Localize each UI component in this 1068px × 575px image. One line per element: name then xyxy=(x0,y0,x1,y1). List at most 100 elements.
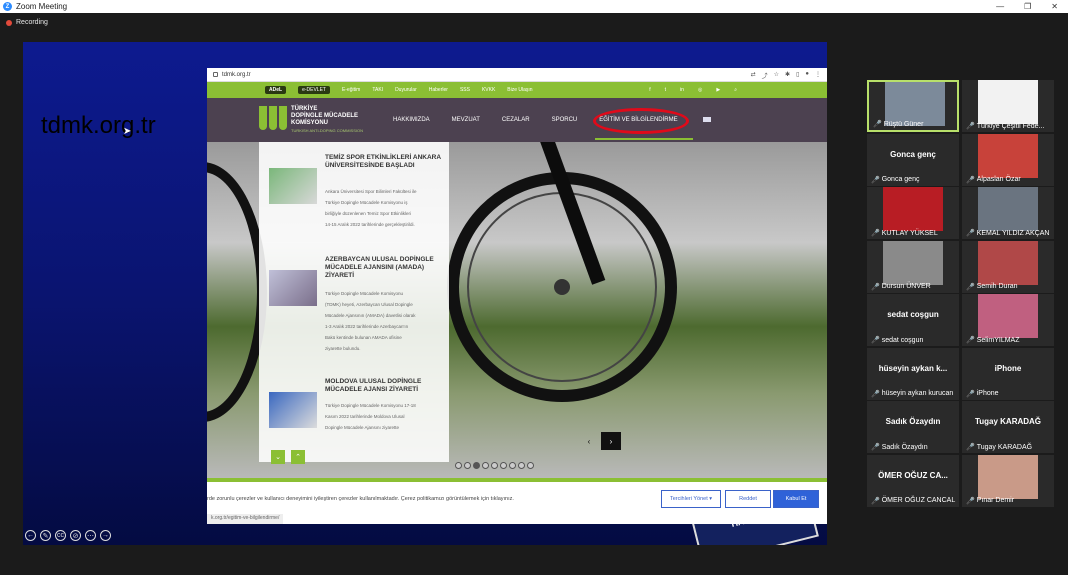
slider-dot[interactable] xyxy=(527,462,534,469)
slider-dot[interactable] xyxy=(455,462,462,469)
lock-icon xyxy=(213,72,218,77)
news-title[interactable]: TEMİZ SPOR ETKİNLİKLERİ ANKARA ÜNİVERSİT… xyxy=(325,154,445,170)
slider-next-icon[interactable]: › xyxy=(601,432,621,450)
participant-name-bar: 🎤 Türkiye Çeşitli Fede... xyxy=(966,122,1044,131)
participant-tile[interactable]: Gonca genç 🎤 Gonca genç xyxy=(867,133,959,186)
menu-sporcu[interactable]: SPORCU xyxy=(552,117,578,123)
participant-tile[interactable]: ÖMER OĞUZ CA... 🎤 ÖMER OĞUZ CANCAL xyxy=(867,454,959,507)
mouse-cursor-icon: ➤ xyxy=(123,126,132,137)
pencil-icon[interactable]: ✎ xyxy=(40,530,51,541)
minimize-icon[interactable]: — xyxy=(996,2,1004,11)
topnav-link-bize-ulasin[interactable]: Bize Ulaşın xyxy=(507,87,532,93)
participant-tile[interactable]: iPhone 🎤 iPhone xyxy=(962,347,1054,400)
news-title[interactable]: AZERBAYCAN ULUSAL DOPİNGLE MÜCADELE AJAN… xyxy=(325,256,445,280)
instagram-icon[interactable]: ◎ xyxy=(698,87,702,93)
menu-hakkimizda[interactable]: HAKKIMIZDA xyxy=(393,117,430,123)
topnav-link-eegitim[interactable]: E-eğitim xyxy=(342,87,360,93)
participant-display-name: Gonca genç xyxy=(890,149,936,159)
slider-dot[interactable] xyxy=(518,462,525,469)
participant-tile[interactable]: 🎤 Semih Duran xyxy=(962,240,1054,293)
slider-dot[interactable] xyxy=(509,462,516,469)
topnav-link-haberler[interactable]: Haberler xyxy=(429,87,448,93)
tdmk-logo[interactable] xyxy=(259,106,287,130)
cookie-accept-button[interactable]: Kabul Et xyxy=(773,490,819,508)
participant-name-bar: 🎤 sedat coşgun xyxy=(871,336,923,345)
slider-dot[interactable] xyxy=(464,462,471,469)
menu-cezalar[interactable]: CEZALAR xyxy=(502,117,530,123)
share-icon[interactable]: ⤴ xyxy=(762,71,768,80)
topnav-link-taki[interactable]: TAKI xyxy=(372,87,383,93)
browser-url[interactable]: tdmk.org.tr xyxy=(222,72,251,78)
slider-dot[interactable] xyxy=(482,462,489,469)
linkedin-icon[interactable]: in xyxy=(680,87,684,93)
recording-indicator[interactable]: Recording xyxy=(6,19,48,26)
participant-tile[interactable]: 🎤 SelimYILMAZ xyxy=(962,294,1054,346)
translate-icon[interactable]: ⇄ xyxy=(751,71,756,80)
news-down-arrow-icon[interactable]: ⌄ xyxy=(271,450,285,464)
participant-tile[interactable]: Tugay KARADAĞ 🎤 Tugay KARADAĞ xyxy=(962,401,1054,453)
news-body: Ankara Üniversitesi Spor Bilimleri Fakül… xyxy=(325,186,445,230)
maximize-icon[interactable]: ❐ xyxy=(1024,2,1031,11)
participant-tile[interactable]: Sadık Özaydın 🎤 Sadık Özaydın xyxy=(867,401,959,453)
close-icon[interactable]: ✕ xyxy=(1051,2,1058,11)
adel-logo[interactable]: ADeL xyxy=(265,86,287,94)
participant-tile[interactable]: 🎤 Dursun ÜNVER xyxy=(867,240,959,293)
cookie-reject-button[interactable]: Reddet xyxy=(725,490,771,508)
participant-name: Pınar Demir xyxy=(976,497,1015,504)
social-links: f t in ◎ ▶ ⌕ xyxy=(649,87,737,93)
cookie-text[interactable]: rde zorunlu çerezler ve kullanıcı deneyi… xyxy=(207,496,514,502)
participant-name-bar: 🎤 Dursun ÜNVER xyxy=(871,283,931,291)
news-body-line: Mücadele Ajansının (AMADA) davetlisi ola… xyxy=(325,313,416,318)
forward-icon[interactable]: → xyxy=(100,530,111,541)
participant-name: Alpaslan Özar xyxy=(976,176,1021,183)
cookie-banner: rde zorunlu çerezler ve kullanıcı deneyi… xyxy=(207,482,827,514)
participant-tile[interactable]: 🎤 Rüştü Güner xyxy=(867,80,959,132)
participant-name: Dursun ÜNVER xyxy=(881,283,931,290)
news-thumbnail[interactable] xyxy=(269,168,317,204)
participant-tile[interactable]: 🎤 Pınar Demir xyxy=(962,454,1054,507)
edevlet-logo[interactable]: e-DEVLET xyxy=(298,86,330,94)
participant-tile[interactable]: sedat coşgun 🎤 sedat coşgun xyxy=(867,294,959,346)
slider-dot[interactable] xyxy=(500,462,507,469)
menu-mevzuat[interactable]: MEVZUAT xyxy=(452,117,480,123)
slider-dot[interactable] xyxy=(491,462,498,469)
sidebar-icon[interactable]: ▯ xyxy=(796,71,799,80)
participant-tile[interactable]: 🎤 Türkiye Çeşitli Fede... xyxy=(962,80,1054,132)
extensions-icon[interactable]: ✱ xyxy=(785,71,790,80)
participant-tile[interactable]: hüseyin aykan k... 🎤 hüseyin aykan kurucan xyxy=(867,347,959,400)
participant-name-bar: 🎤 Tugay KARADAĞ xyxy=(966,443,1032,452)
participant-tile[interactable]: 🎤 KUTLAY YÜKSEL xyxy=(867,187,959,239)
news-thumbnail[interactable] xyxy=(269,270,317,306)
facebook-icon[interactable]: f xyxy=(649,87,650,93)
participant-name: KUTLAY YÜKSEL xyxy=(881,229,938,237)
back-icon[interactable]: ← xyxy=(25,530,36,541)
cc-icon[interactable]: cc xyxy=(55,530,66,541)
slider-dot[interactable] xyxy=(473,462,480,469)
news-nav-arrows: ⌄ ⌃ xyxy=(271,450,305,464)
more-menu-icon[interactable]: ⋮ xyxy=(815,71,821,80)
youtube-icon[interactable]: ▶ xyxy=(716,87,720,93)
browser-address-bar[interactable]: tdmk.org.tr ⇄ ⤴ ☆ ✱ ▯ ● ⋮ xyxy=(207,68,827,82)
topnav-link-duyurular[interactable]: Duyurular xyxy=(395,87,417,93)
star-icon[interactable]: ☆ xyxy=(774,71,779,80)
slider-prev-icon[interactable]: ‹ xyxy=(579,432,599,450)
participant-name-bar: 🎤 Rüştü Güner xyxy=(873,120,923,129)
twitter-icon[interactable]: t xyxy=(665,87,666,93)
participant-tile[interactable]: 🎤 KEMAL YILDIZ AKÇAN xyxy=(962,187,1054,239)
participant-display-name: Sadık Özaydın xyxy=(885,417,941,426)
language-flag-icon[interactable] xyxy=(703,117,711,122)
cookie-preferences-button[interactable]: Tercihleri Yönet ▾ xyxy=(661,490,721,508)
news-body-line: (TDMK) heyeti, Azerbaycan Ulusal Dopingl… xyxy=(325,302,413,307)
participant-tile[interactable]: 🎤 Alpaslan Özar xyxy=(962,133,1054,186)
topnav-link-sss[interactable]: SSS xyxy=(460,87,470,93)
news-thumbnail[interactable] xyxy=(269,392,317,428)
search-icon[interactable]: ⌕ xyxy=(734,87,737,93)
participant-name: KEMAL YILDIZ AKÇAN xyxy=(976,229,1050,237)
video-off-icon[interactable]: ⊘ xyxy=(70,530,81,541)
news-title[interactable]: MOLDOVA ULUSAL DOPİNGLE MÜCADELE AJANSI … xyxy=(325,378,445,394)
more-icon[interactable]: ⋯ xyxy=(85,530,96,541)
news-up-arrow-icon[interactable]: ⌃ xyxy=(291,450,305,464)
participant-name-bar: 🎤 iPhone xyxy=(966,390,999,398)
profile-avatar-icon[interactable]: ● xyxy=(805,71,809,80)
topnav-link-kvkk[interactable]: KVKK xyxy=(482,87,495,93)
